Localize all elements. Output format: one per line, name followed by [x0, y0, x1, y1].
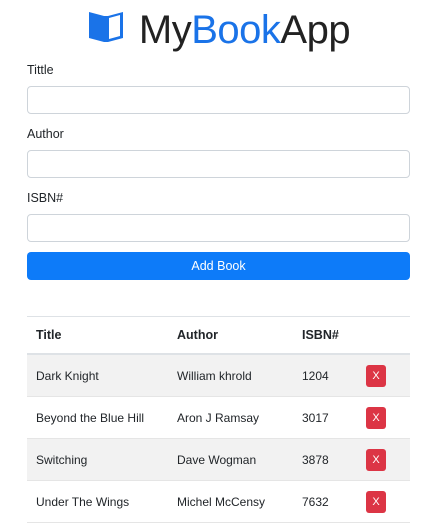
table-row: Under The Wings Michel McCensy 7632 X [27, 481, 410, 523]
book-title-cell: Switching [36, 452, 88, 467]
isbn-field-group: ISBN# [27, 190, 410, 242]
book-title-cell: Under The Wings [36, 494, 130, 509]
book-title-cell: Dark Knight [36, 368, 99, 383]
delete-book-button[interactable]: X [366, 448, 386, 471]
title-label: Tittle [27, 63, 54, 77]
actions-cell: X [366, 448, 410, 471]
delete-book-button[interactable]: X [366, 406, 386, 429]
author-label: Author [27, 127, 64, 141]
app-header: MyBookApp [0, 6, 437, 54]
table-header-row: Title Author ISBN# [27, 317, 410, 355]
book-author-cell: William khrold [177, 368, 252, 383]
column-header-isbn: ISBN# [302, 328, 339, 342]
delete-book-button[interactable]: X [366, 490, 386, 513]
book-author-cell: Dave Wogman [177, 452, 257, 467]
book-author-cell: Michel McCensy [177, 494, 266, 509]
app-title: MyBookApp [138, 8, 351, 52]
book-author-cell: Aron J Ramsay [177, 410, 260, 425]
actions-cell: X [366, 490, 410, 513]
table-row: Switching Dave Wogman 3878 X [27, 439, 410, 481]
isbn-label: ISBN# [27, 191, 64, 205]
author-field-group: Author [27, 126, 410, 178]
table-row: Beyond the Blue Hill Aron J Ramsay 3017 … [27, 397, 410, 439]
book-isbn-cell: 3878 [302, 452, 329, 467]
actions-cell: X [366, 364, 410, 387]
actions-cell: X [366, 406, 410, 429]
table-body: Dark Knight William khrold 1204 X Beyond… [27, 355, 410, 523]
books-table: Title Author ISBN# Dark Knight William k… [27, 316, 410, 523]
title-input[interactable] [27, 86, 410, 114]
table-header: Title Author ISBN# [27, 317, 410, 355]
column-header-title: Title [36, 328, 62, 342]
book-isbn-cell: 1204 [302, 368, 329, 383]
add-book-button[interactable]: Add Book [27, 252, 410, 280]
book-isbn-cell: 7632 [302, 494, 329, 509]
delete-book-button[interactable]: X [366, 364, 386, 387]
book-title-cell: Beyond the Blue Hill [36, 410, 145, 425]
column-header-author: Author [177, 328, 218, 342]
title-field-group: Tittle [27, 62, 410, 114]
author-input[interactable] [27, 150, 410, 178]
isbn-input[interactable] [27, 214, 410, 242]
book-isbn-cell: 3017 [302, 410, 329, 425]
table-row: Dark Knight William khrold 1204 X [27, 355, 410, 397]
book-open-icon [88, 12, 123, 42]
